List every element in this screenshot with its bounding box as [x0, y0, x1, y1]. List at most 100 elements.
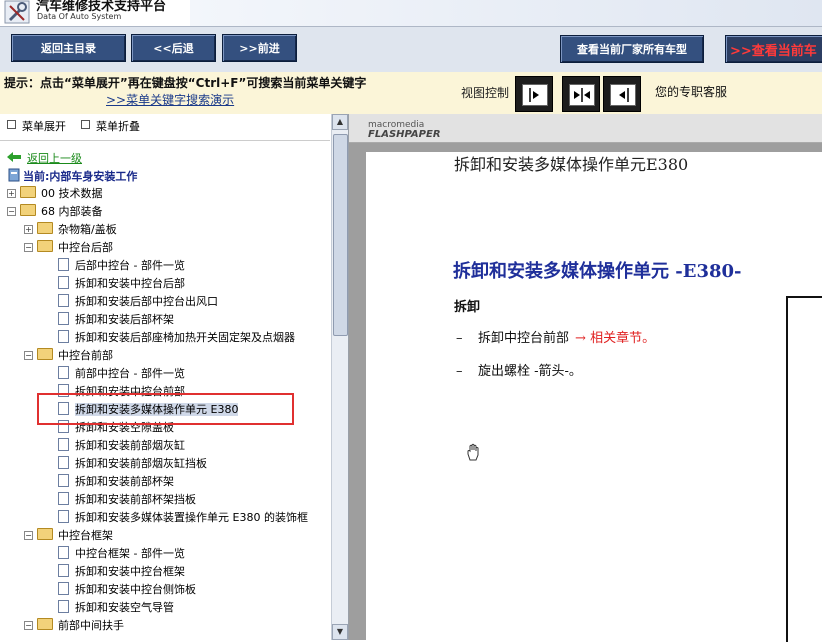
tree-doc-item[interactable]: 拆卸和安装后部座椅加热开关固定架及点烟器	[58, 329, 295, 347]
flashpaper-logo: macromedia FLASHPAPER	[368, 121, 441, 140]
tree-item-label: 中控台框架	[58, 529, 113, 542]
step-1-arrow-icon: →	[575, 331, 586, 346]
tree-folder-item[interactable]: − 前部中间扶手	[24, 617, 124, 635]
step-1-text: 拆卸中控台前部	[478, 331, 570, 346]
tree-item-label: 拆卸和安装后部杯架	[75, 313, 174, 326]
back-up-link[interactable]: 返回上一级	[27, 150, 82, 166]
related-chapter-link[interactable]: 相关章节。	[590, 331, 655, 346]
expand-node-icon[interactable]: +	[7, 189, 16, 198]
tree-item-label: 拆卸和安装空气导管	[75, 601, 174, 614]
tree-item-label: 拆卸和安装前部烟灰缸	[75, 439, 185, 452]
collapse-node-icon[interactable]: −	[7, 207, 16, 216]
tree-doc-item[interactable]: 拆卸和安装空气导管	[58, 599, 174, 617]
tree-item-label: 前部中控台 - 部件一览	[75, 367, 185, 380]
current-location-icon	[8, 168, 20, 182]
forward-button[interactable]: >>前进	[222, 34, 297, 62]
tree-doc-item[interactable]: 前部中控台 - 部件一览	[58, 365, 185, 383]
tree-item-label: 拆卸和安装中控台后部	[75, 277, 185, 290]
collapse-node-icon[interactable]: −	[24, 243, 33, 252]
expand-all-button[interactable]: 菜单展开	[7, 118, 66, 134]
back-button[interactable]: <<后退	[131, 34, 216, 62]
collapse-box-icon	[81, 120, 90, 129]
folder-icon	[37, 222, 53, 234]
expand-node-icon[interactable]: +	[24, 225, 33, 234]
tree-item-label: 中控台后部	[58, 241, 113, 254]
tree-doc-item[interactable]: 拆卸和安装后部杯架	[58, 311, 174, 329]
document-icon	[58, 492, 69, 505]
step-2-dash: –	[456, 364, 463, 379]
folder-icon	[37, 528, 53, 540]
tree-item-label: 拆卸和安装后部中控台出风口	[75, 295, 218, 308]
document-page	[366, 152, 822, 640]
tree-item-label: 拆卸和安装前部杯架挡板	[75, 493, 196, 506]
flashpaper-brand-bottom: FLASHPAPER	[368, 129, 441, 140]
collapse-node-icon[interactable]: −	[24, 621, 33, 630]
document-icon	[58, 294, 69, 307]
tree-item-label: 中控台前部	[58, 349, 113, 362]
document-step-2: – 旋出螺栓 -箭头-。	[456, 360, 582, 379]
scroll-up-arrow-icon[interactable]: ▲	[332, 114, 348, 130]
tree-item-label: 68 内部装备	[41, 205, 103, 218]
all-models-button[interactable]: 查看当前厂家所有车型	[560, 35, 704, 63]
expand-box-icon	[7, 120, 16, 129]
figure-frame	[786, 296, 822, 642]
view-expand-right-button[interactable]	[515, 76, 553, 112]
document-icon	[58, 456, 69, 469]
scroll-down-arrow-icon[interactable]: ▼	[332, 624, 348, 640]
home-button[interactable]: 返回主目录	[11, 34, 126, 62]
document-icon	[58, 366, 69, 379]
tree-item-label: 前部中间扶手	[58, 619, 124, 632]
tree-item-label: 拆卸和安装后部座椅加热开关固定架及点烟器	[75, 331, 295, 344]
view-left-icon	[610, 84, 636, 106]
folder-icon	[37, 348, 53, 360]
document-title: 拆卸和安装多媒体操作单元 -E380-	[453, 261, 742, 282]
tree-item-label: 00 技术数据	[41, 187, 103, 200]
tree-folder-item[interactable]: − 中控台后部	[24, 239, 113, 257]
tree-doc-item[interactable]: 拆卸和安装前部烟灰缸挡板	[58, 455, 207, 473]
support-link[interactable]: 您的专职客服	[655, 83, 727, 100]
tree-doc-item[interactable]: 拆卸和安装前部杯架	[58, 473, 174, 491]
collapse-all-label: 菜单折叠	[96, 120, 140, 133]
search-demo-link[interactable]: >>菜单关键字搜索演示	[106, 91, 234, 108]
hint-text: 提示：点击“菜单展开”再在键盘按“Ctrl+F”可搜索当前菜单关键字	[4, 76, 367, 90]
tree-doc-item[interactable]: 拆卸和安装中控台框架	[58, 563, 185, 581]
header-background	[190, 0, 822, 26]
tree-doc-item[interactable]: 拆卸和安装多媒体装置操作单元 E380 的装饰框	[58, 509, 308, 527]
tree-doc-item[interactable]: 拆卸和安装后部中控台出风口	[58, 293, 218, 311]
tree-folder-item[interactable]: − 68 内部装备	[7, 203, 103, 221]
step-1-dash: –	[456, 331, 463, 346]
tree-doc-item[interactable]: 后部中控台 - 部件一览	[58, 257, 185, 275]
tree-folder-item[interactable]: + 杂物箱/盖板	[24, 221, 117, 239]
folder-icon	[20, 186, 36, 198]
document-icon	[58, 546, 69, 559]
step-2-text: 旋出螺栓 -箭头-。	[478, 364, 582, 379]
document-icon	[58, 312, 69, 325]
tree-doc-item[interactable]: 拆卸和安装中控台侧饰板	[58, 581, 196, 599]
selection-highlight	[37, 393, 294, 425]
tree-doc-item[interactable]: 拆卸和安装中控台后部	[58, 275, 185, 293]
tree-folder-item[interactable]: − 中控台前部	[24, 347, 113, 365]
document-icon	[58, 582, 69, 595]
document-icon	[58, 600, 69, 613]
current-path: 当前:内部车身安装工作	[23, 170, 138, 183]
tree-item-label: 拆卸和安装前部杯架	[75, 475, 174, 488]
document-section-heading: 拆卸	[454, 300, 481, 315]
app-subtitle: Data Of Auto System	[37, 12, 122, 21]
tree-folder-item[interactable]: +00 技术数据	[7, 185, 103, 203]
view-expand-left-button[interactable]	[603, 76, 641, 112]
collapse-node-icon[interactable]: −	[24, 351, 33, 360]
tree-doc-item[interactable]: 拆卸和安装前部杯架挡板	[58, 491, 196, 509]
tree-scrollbar[interactable]: ▲ ▼	[331, 114, 348, 640]
tree-doc-item[interactable]: 拆卸和安装前部烟灰缸	[58, 437, 185, 455]
document-icon	[58, 258, 69, 271]
collapse-all-button[interactable]: 菜单折叠	[81, 118, 140, 134]
view-split-button[interactable]	[562, 76, 600, 112]
tree-scroll-thumb[interactable]	[333, 134, 348, 336]
current-model-button[interactable]: >>查看当前车	[725, 35, 822, 63]
collapse-node-icon[interactable]: −	[24, 531, 33, 540]
tree-folder-item[interactable]: − 中控台框架	[24, 527, 113, 545]
tree-doc-item[interactable]: 中控台框架 - 部件一览	[58, 545, 185, 563]
tree-item-label: 拆卸和安装前部烟灰缸挡板	[75, 457, 207, 470]
view-right-icon	[522, 84, 548, 106]
tree-item-label: 拆卸和安装中控台框架	[75, 565, 185, 578]
